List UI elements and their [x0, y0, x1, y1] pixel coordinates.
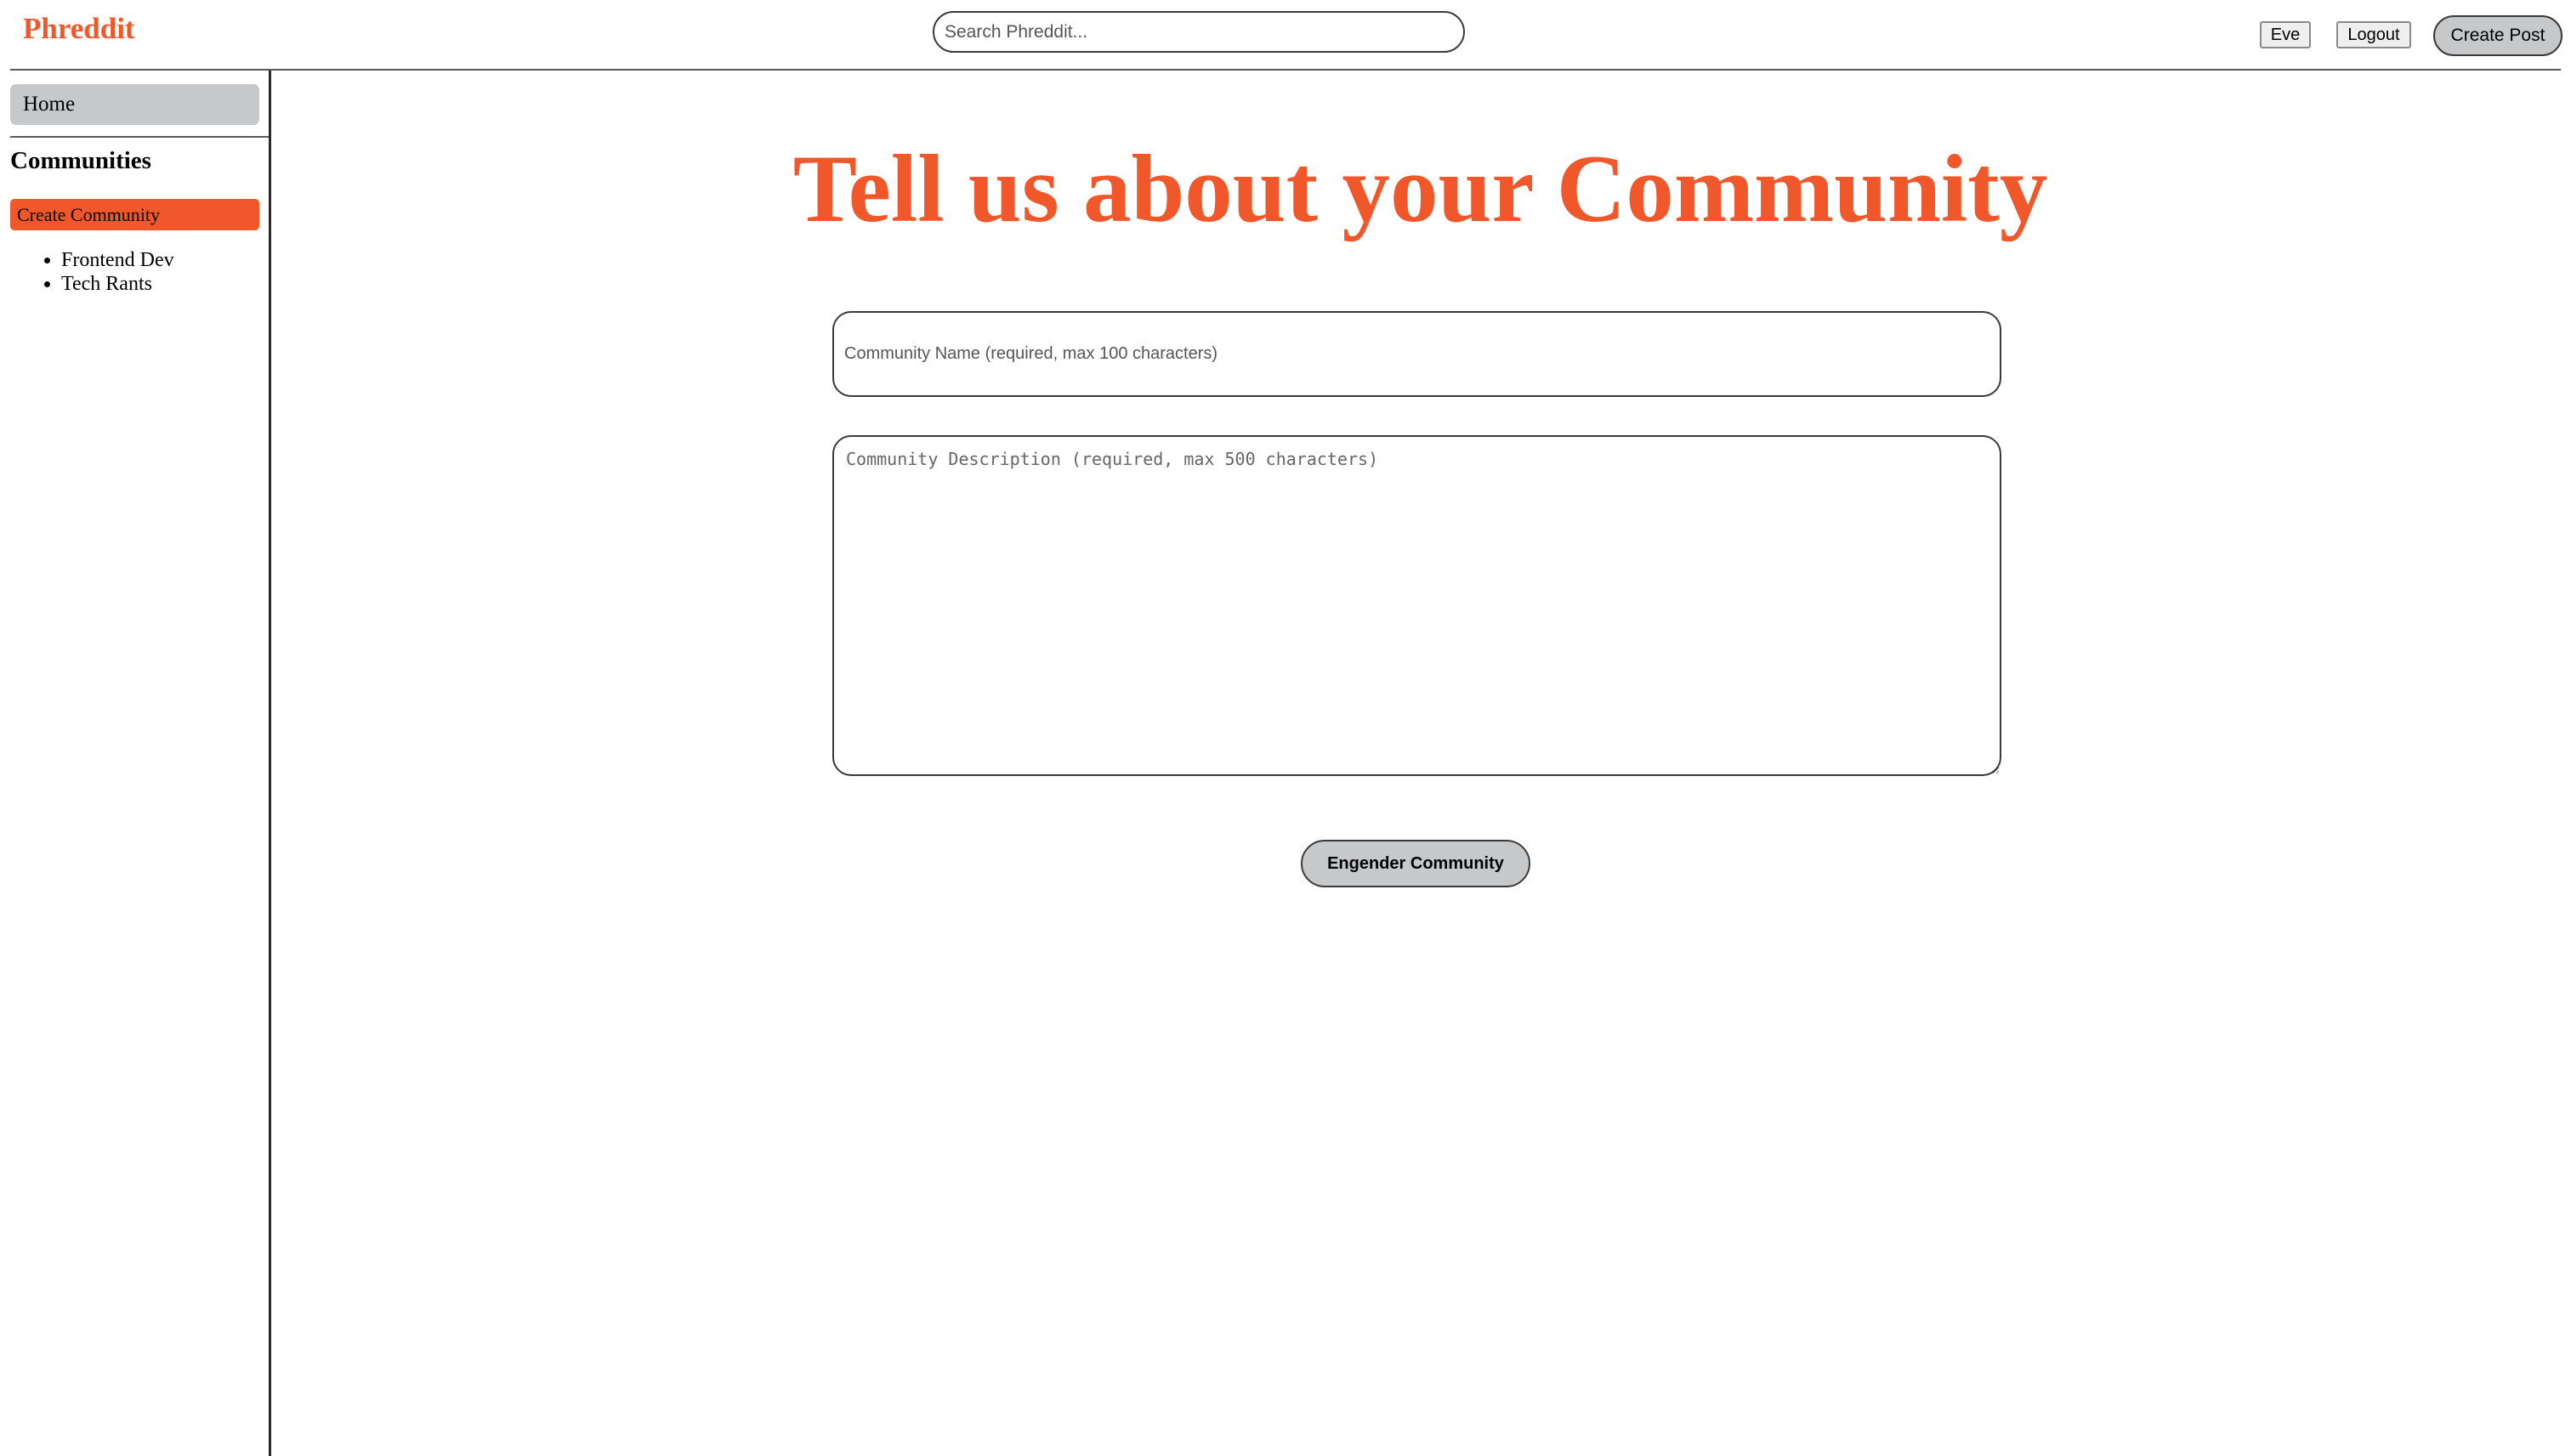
engender-community-button[interactable]: Engender Community	[1301, 840, 1530, 887]
communities-heading: Communities	[10, 147, 151, 174]
user-profile-button[interactable]: Eve	[2260, 21, 2311, 48]
community-link[interactable]: Frontend Dev	[61, 248, 174, 272]
create-community-button[interactable]: Create Community	[10, 199, 259, 230]
home-link[interactable]: Home	[10, 84, 259, 125]
community-name-input[interactable]	[832, 311, 2001, 397]
community-description-input[interactable]	[832, 435, 2001, 776]
community-link[interactable]: Tech Rants	[61, 272, 174, 296]
top-banner: Phreddit Eve Logout Create Post	[10, 0, 2562, 71]
page-title: Tell us about your Community	[792, 136, 2048, 242]
logo[interactable]: Phreddit	[23, 14, 135, 43]
create-post-button[interactable]: Create Post	[2433, 15, 2562, 56]
search-input[interactable]	[933, 11, 1465, 53]
sidebar-divider	[10, 136, 269, 138]
sidebar: Home Communities Create Community Fronte…	[0, 71, 271, 1456]
logout-button[interactable]: Logout	[2336, 21, 2411, 48]
community-list: Frontend Dev Tech Rants	[27, 248, 174, 296]
